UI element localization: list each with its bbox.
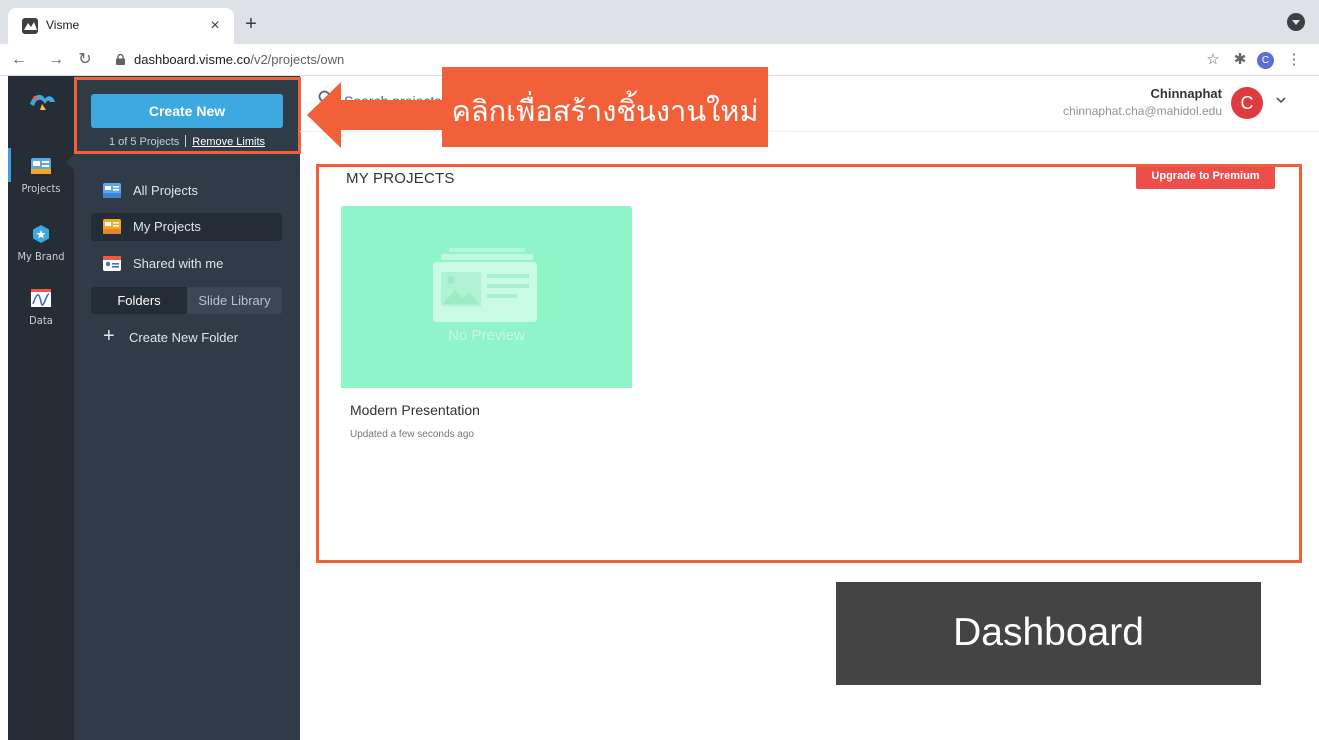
dashboard-banner: Dashboard — [836, 582, 1261, 685]
browser-tab[interactable]: Visme × — [8, 8, 234, 44]
sidebar-item-all-projects[interactable]: All Projects — [91, 177, 282, 205]
my-projects-icon — [103, 219, 121, 234]
browser-menu-icon[interactable]: ⋮ — [1283, 49, 1305, 71]
address-bar[interactable]: dashboard.visme.co/v2/projects/own — [134, 50, 344, 70]
user-name: Chinnaphat — [1150, 86, 1223, 101]
sidebar-item-label: My Projects — [133, 219, 201, 234]
chevron-down-icon[interactable] — [1274, 93, 1288, 107]
data-icon — [31, 289, 51, 307]
rail-item-my-brand[interactable]: My Brand — [8, 224, 74, 263]
user-email: chinnaphat.cha@mahidol.edu — [1063, 104, 1222, 118]
annotation-arrow-icon — [307, 82, 444, 148]
rail-item-data[interactable]: Data — [8, 288, 74, 327]
callout-text: คลิกเพื่อสร้างชิ้นงานใหม่ — [451, 94, 759, 128]
tab-close-icon[interactable]: × — [204, 15, 226, 37]
shared-with-me-icon — [103, 256, 121, 271]
sidebar-item-my-projects[interactable]: My Projects — [91, 213, 282, 241]
new-tab-button[interactable]: + — [240, 14, 262, 36]
all-projects-icon — [103, 183, 121, 198]
browser-profile-avatar[interactable]: C — [1257, 52, 1274, 69]
folders-library-toggle: Folders Slide Library — [91, 287, 282, 314]
brand-icon — [33, 225, 49, 243]
lock-icon — [116, 54, 125, 65]
create-new-highlight-box — [74, 77, 301, 154]
forward-arrow-icon[interactable]: → — [45, 49, 67, 71]
create-new-folder-label: Create New Folder — [129, 330, 239, 345]
tab-slide-library[interactable]: Slide Library — [187, 287, 282, 314]
projects-sidebar: Create New 1 of 5 Projects Remove Limits … — [74, 76, 300, 740]
rail-item-label: Data — [29, 314, 53, 327]
reload-icon[interactable]: ↻ — [74, 49, 96, 71]
dashboard-banner-text: Dashboard — [953, 611, 1144, 654]
sidebar-item-shared-with-me[interactable]: Shared with me — [91, 250, 282, 278]
annotation-callout: คลิกเพื่อสร้างชิ้นงานใหม่ — [442, 67, 768, 147]
browser-tab-bar: Visme × + — [0, 0, 1319, 44]
browser-profile-menu-icon[interactable] — [1287, 13, 1305, 31]
tab-title: Visme — [46, 18, 80, 32]
tab-folders[interactable]: Folders — [91, 287, 187, 314]
back-arrow-icon[interactable]: ← — [8, 49, 30, 71]
visme-logo-icon[interactable] — [28, 90, 56, 112]
app-rail: Projects My Brand Data — [8, 76, 74, 740]
rail-item-label: My Brand — [17, 250, 65, 263]
sidebar-item-label: Shared with me — [133, 256, 224, 271]
visme-favicon-icon — [22, 18, 38, 34]
user-avatar[interactable]: C — [1231, 87, 1263, 119]
plus-icon: + — [103, 325, 115, 347]
extensions-puzzle-icon[interactable]: ✱ — [1229, 49, 1251, 71]
url-path: /v2/projects/own — [250, 52, 345, 67]
dashboard-highlight-box — [316, 164, 1302, 563]
url-host: dashboard.visme.co — [134, 52, 251, 67]
sidebar-item-label: All Projects — [133, 183, 199, 198]
rail-item-label: Projects — [21, 182, 61, 195]
projects-icon — [31, 158, 51, 174]
bookmark-star-icon[interactable]: ☆ — [1202, 49, 1224, 71]
rail-item-projects[interactable]: Projects — [8, 156, 74, 195]
